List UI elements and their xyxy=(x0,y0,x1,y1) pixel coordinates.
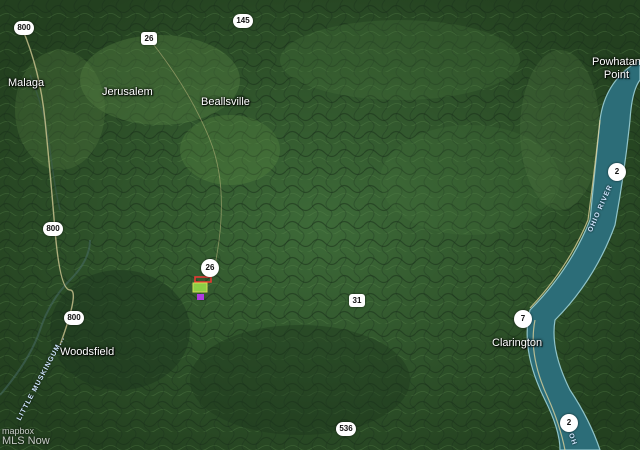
route-shield-2: 2 xyxy=(608,163,626,181)
route-shield-145: 145 xyxy=(233,14,253,28)
route-shield-800: 800 xyxy=(64,311,84,325)
route-shield-2: 2 xyxy=(560,414,578,432)
route-shield-26: 26 xyxy=(201,259,219,277)
town-woodsfield: Woodsfield xyxy=(60,346,115,358)
route-shield-800: 800 xyxy=(14,21,34,35)
parcel-marker[interactable] xyxy=(192,276,214,302)
route-shield-26: 26 xyxy=(141,32,157,45)
town-clarington: Clarington xyxy=(492,337,543,349)
route-shield-536: 536 xyxy=(336,422,356,436)
terrain-layer xyxy=(0,0,640,450)
route-shield-7: 7 xyxy=(514,310,532,328)
town-malaga: Malaga xyxy=(8,77,45,89)
town-powhatan-point: Powhatan Point xyxy=(592,56,640,81)
town-jerusalem: Jerusalem xyxy=(102,86,153,98)
route-shield-31: 31 xyxy=(349,294,365,307)
attribution-mls-now: MLS Now xyxy=(2,435,50,447)
town-beallsville: Beallsville xyxy=(201,96,250,108)
satellite-map[interactable]: Malaga Jerusalem Beallsville Powhatan Po… xyxy=(0,0,640,450)
route-shield-800: 800 xyxy=(43,222,63,236)
